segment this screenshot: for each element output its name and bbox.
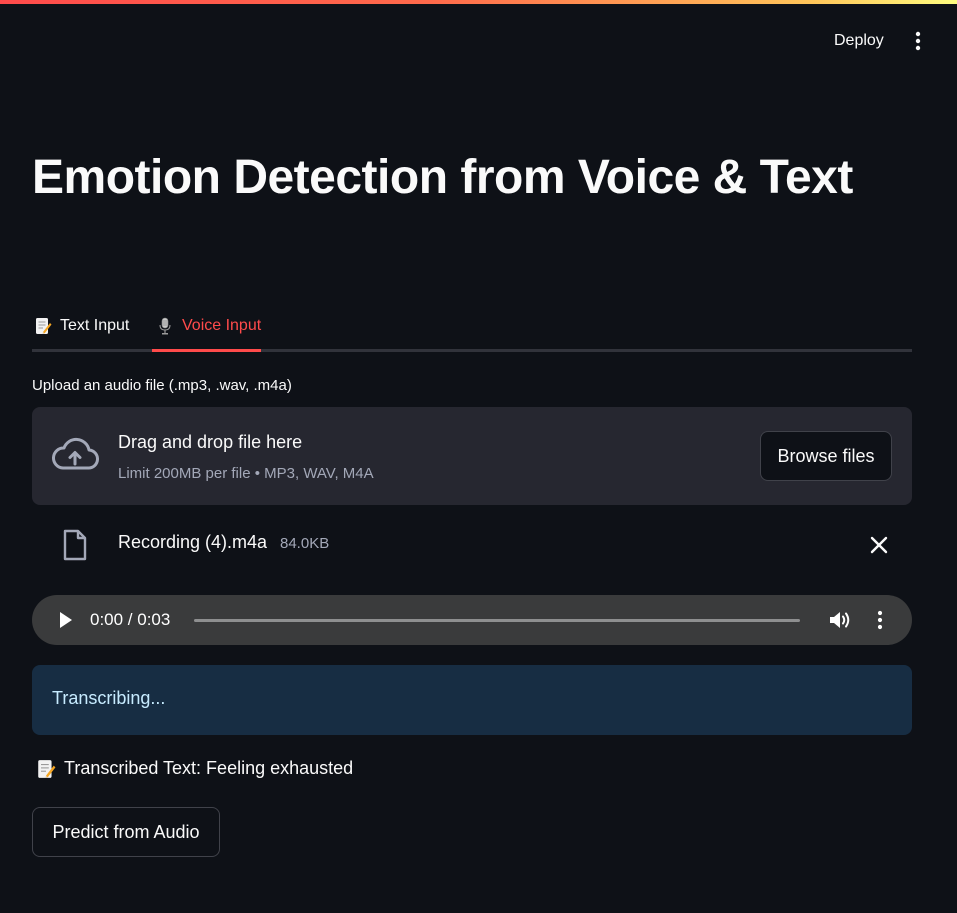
active-tab-indicator <box>152 349 261 352</box>
memo-icon <box>34 317 52 335</box>
play-icon[interactable] <box>54 609 76 631</box>
deploy-button[interactable]: Deploy <box>824 28 894 54</box>
browse-files-button[interactable]: Browse files <box>760 431 892 481</box>
status-info-box: Transcribing... <box>32 665 912 735</box>
transcribed-text-content: Transcribed Text: Feeling exhausted <box>64 758 354 778</box>
dropzone-subtitle: Limit 200MB per file • MP3, WAV, M4A <box>118 465 374 482</box>
page-title: Emotion Detection from Voice & Text <box>32 151 853 204</box>
main-menu-button[interactable] <box>907 28 929 54</box>
tab-text-input-label: Text Input <box>60 317 130 334</box>
cloud-upload-icon <box>52 437 99 470</box>
uploaded-file-size: 84.0KB <box>280 535 330 552</box>
app-header: Deploy <box>0 4 957 64</box>
audio-progress-slider[interactable] <box>194 619 800 622</box>
file-icon <box>63 529 87 561</box>
dropzone-title: Drag and drop file here <box>118 432 303 452</box>
main-content: Emotion Detection from Voice & Text Text… <box>32 140 912 857</box>
status-message: Transcribing... <box>52 688 166 708</box>
tab-bar: Text Input Voice Input <box>32 300 912 352</box>
predict-from-audio-button[interactable]: Predict from Audio <box>32 807 220 857</box>
volume-icon[interactable] <box>828 609 852 631</box>
uploaded-file-item: Recording (4).m4a 84.0KB <box>32 520 912 570</box>
tab-text-input[interactable]: Text Input <box>34 300 129 352</box>
memo-icon <box>36 759 56 779</box>
file-dropzone[interactable]: Drag and drop file here Limit 200MB per … <box>32 407 912 505</box>
microphone-icon <box>156 317 174 335</box>
player-options-icon[interactable] <box>870 609 890 631</box>
audio-player: 0:00 / 0:03 <box>32 595 912 645</box>
audio-time-display: 0:00 / 0:03 <box>90 610 171 629</box>
upload-label: Upload an audio file (.mp3, .wav, .m4a) <box>32 377 292 394</box>
vertical-ellipsis-icon <box>915 31 921 51</box>
tab-voice-input-label: Voice Input <box>182 317 262 334</box>
uploaded-file-name: Recording (4).m4a <box>118 532 268 552</box>
tab-voice-input[interactable]: Voice Input <box>156 300 261 352</box>
close-icon[interactable] <box>868 534 890 556</box>
transcribed-text: Transcribed Text: Feeling exhausted <box>36 758 353 779</box>
